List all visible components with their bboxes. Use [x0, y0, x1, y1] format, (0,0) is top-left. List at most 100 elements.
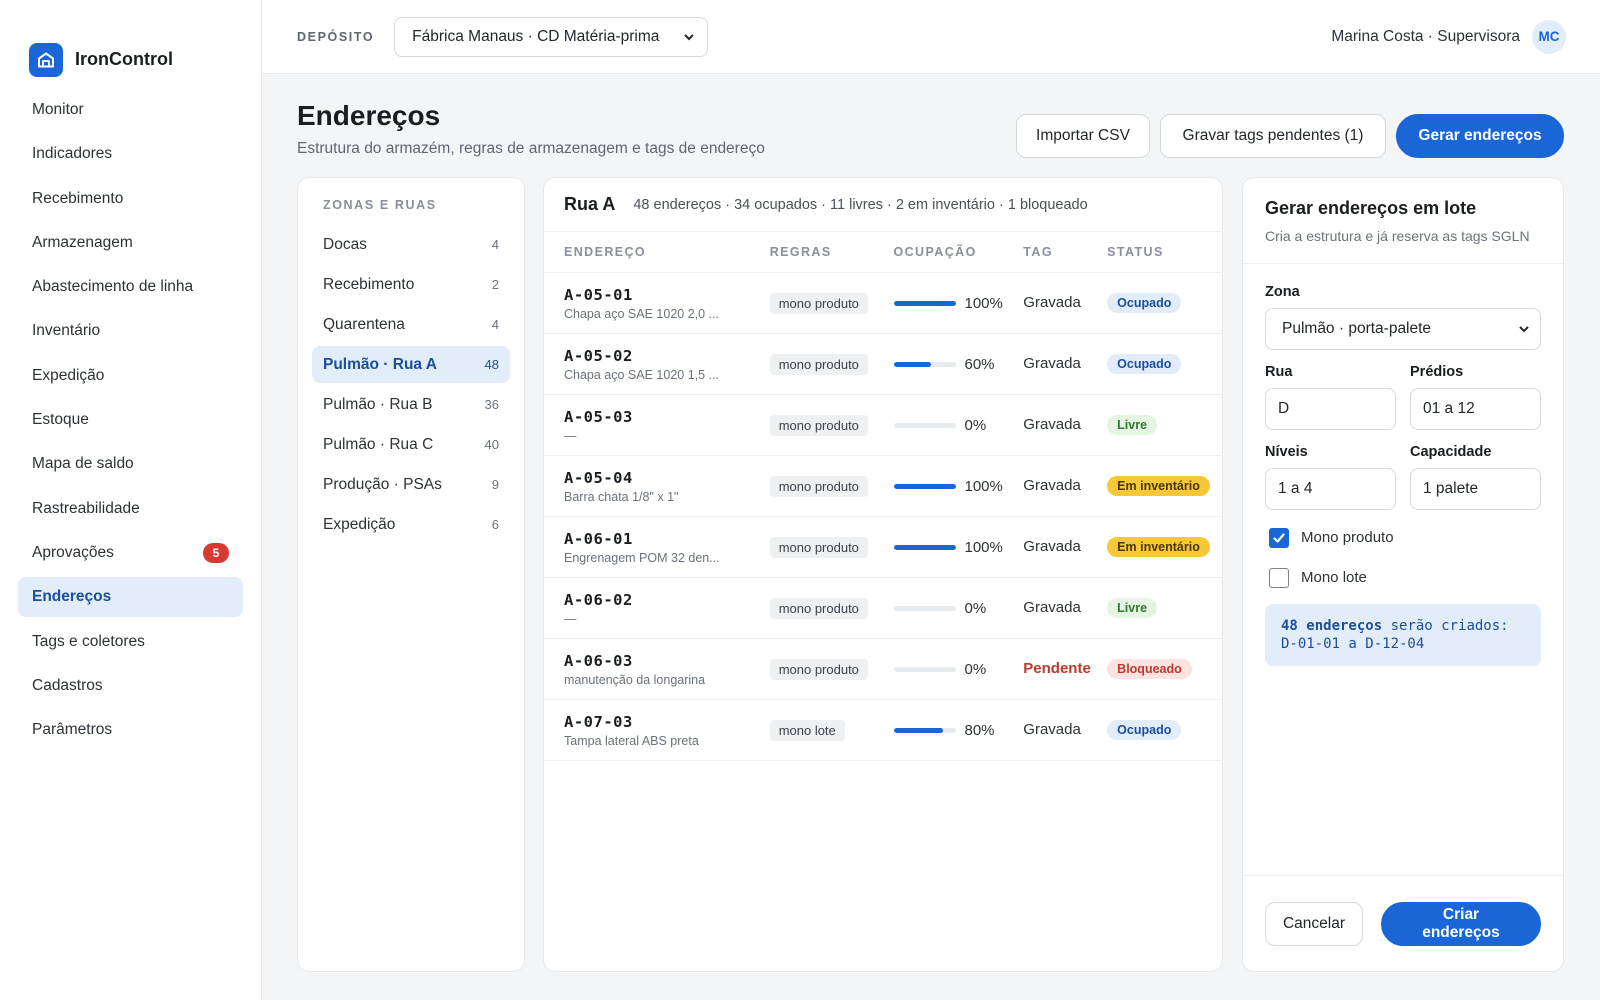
sidebar-item-expedicao[interactable]: Expedição: [18, 356, 243, 396]
rule-chip: mono produto: [769, 658, 868, 680]
sidebar-item-estoque[interactable]: Estoque: [18, 400, 243, 440]
sidebar-item-aprovacoes[interactable]: Aprovações 5: [18, 533, 243, 573]
table-row[interactable]: A-05-01 Chapa aço SAE 1020 2,0 ... mono pr…: [544, 273, 1222, 334]
sidebar-item-abastecimento-de-linha[interactable]: Abastecimento de linha: [18, 267, 243, 307]
address-code[interactable]: A-05-04: [564, 469, 770, 487]
create-addresses-button[interactable]: Criar endereços: [1381, 901, 1541, 946]
mono-product-checkbox[interactable]: [1269, 527, 1289, 548]
zone-item-producao-psas[interactable]: Produção · PSAs 9: [312, 466, 510, 503]
status-badge: Em inventário: [1107, 476, 1210, 496]
column-header[interactable]: OCUPAÇÃO: [894, 245, 1024, 259]
street-input[interactable]: D: [1265, 388, 1396, 430]
user-menu[interactable]: Marina Costa · Supervisora MC: [1331, 19, 1566, 54]
brand[interactable]: IronControl: [0, 0, 261, 90]
status-cell: Em inventário: [1107, 537, 1222, 557]
status-badge: Ocupado: [1107, 720, 1182, 740]
status-cell: Ocupado: [1107, 720, 1222, 740]
sidebar-item-label: Monitor: [32, 101, 84, 118]
table-row[interactable]: A-06-01 Engrenagem POM 32 den... mono prod…: [544, 517, 1222, 578]
address-code[interactable]: A-06-03: [564, 652, 770, 670]
rule-cell: mono produto: [769, 414, 894, 436]
table-row[interactable]: A-05-03 — mono produto 0% Gravada Livre: [544, 395, 1222, 456]
mono-lot-option[interactable]: Mono lote: [1265, 564, 1541, 591]
deposit-select[interactable]: Fábrica Manaus · CD Matéria-prima: [394, 16, 709, 57]
zone-label: Docas: [323, 235, 367, 253]
zone-item-recebimento[interactable]: Recebimento 2: [312, 266, 510, 303]
sidebar-item-mapa-de-saldo[interactable]: Mapa de saldo: [18, 444, 243, 484]
address-code[interactable]: A-06-01: [564, 530, 770, 548]
form-header: Gerar endereços em lote Cria a estrutura…: [1243, 178, 1563, 264]
tag-status: Gravada: [1023, 538, 1081, 555]
notification-badge: 5: [203, 542, 229, 563]
table-row[interactable]: A-05-04 Barra chata 1/8" x 1" mono produto…: [544, 456, 1222, 517]
address-code[interactable]: A-05-03: [564, 408, 770, 426]
deposit-label: DEPÓSITO: [297, 29, 375, 44]
table-row[interactable]: A-06-02 — mono produto 0% Gravada Livre: [544, 578, 1222, 639]
zone-select[interactable]: Pulmão · porta-palete: [1265, 308, 1541, 350]
sidebar-item-armazenagem[interactable]: Armazenagem: [18, 223, 243, 263]
occupancy-bar: [893, 666, 956, 672]
address-code[interactable]: A-06-02: [564, 591, 770, 609]
record-pending-tags-button[interactable]: Gravar tags pendentes (1): [1160, 114, 1386, 158]
tag-cell: Gravada: [1023, 416, 1107, 434]
sidebar-item-enderecos[interactable]: Endereços: [18, 577, 243, 618]
column-header[interactable]: REGRAS: [770, 245, 894, 259]
sidebar-item-label: Cadastros: [32, 676, 103, 694]
column-header[interactable]: TAG: [1023, 245, 1107, 259]
address-cell: A-05-03 —: [564, 408, 770, 443]
status-badge: Em inventário: [1107, 537, 1210, 557]
avatar[interactable]: MC: [1532, 19, 1566, 54]
address-cell: A-06-03 manutenção da longarina: [564, 652, 770, 687]
address-item: Engrenagem POM 32 den...: [564, 550, 720, 565]
column-header[interactable]: ENDEREÇO: [564, 245, 770, 259]
sidebar-item-inventario[interactable]: Inventário: [18, 311, 243, 351]
table-row[interactable]: A-06-03 manutenção da longarina mono produ…: [544, 639, 1222, 700]
column-header[interactable]: STATUS: [1107, 245, 1222, 259]
zone-label: Quarentena: [323, 315, 405, 333]
mono-lot-checkbox[interactable]: [1269, 567, 1289, 588]
sidebar-item-cadastros[interactable]: Cadastros: [18, 666, 243, 706]
address-code[interactable]: A-07-03: [564, 713, 770, 731]
sidebar-item-tags-e-coletores[interactable]: Tags e coletores: [18, 622, 243, 662]
zone-value: Pulmão · porta-palete: [1282, 320, 1432, 337]
zone-count: 4: [491, 237, 499, 252]
cancel-button[interactable]: Cancelar: [1265, 901, 1363, 946]
zone-item-pulmao-rua-b[interactable]: Pulmão · Rua B 36: [312, 386, 510, 423]
tag-status: Gravada: [1023, 599, 1081, 616]
occupancy-percent: 80%: [964, 721, 995, 739]
buildings-input[interactable]: 01 a 12: [1410, 388, 1541, 430]
sidebar-item-indicadores[interactable]: Indicadores: [18, 134, 243, 174]
status-cell: Ocupado: [1107, 354, 1222, 374]
occupancy-bar: [893, 361, 956, 367]
zone-item-pulmao-rua-a[interactable]: Pulmão · Rua A 48: [312, 346, 510, 383]
rule-cell: mono produto: [769, 292, 894, 314]
sidebar-item-monitor[interactable]: Monitor: [18, 90, 243, 130]
zones-panel: ZONAS E RUAS Docas 4 Recebimento 2 Quarenten…: [297, 177, 525, 972]
table-row[interactable]: A-07-03 Tampa lateral ABS preta mono lote 8…: [544, 700, 1222, 761]
sidebar-item-label: Endereços: [32, 588, 112, 606]
address-code[interactable]: A-05-02: [564, 347, 770, 365]
zone-item-pulmao-rua-c[interactable]: Pulmão · Rua C 40: [312, 426, 510, 463]
zone-item-quarentena[interactable]: Quarentena 4: [312, 306, 510, 343]
sidebar-item-rastreabilidade[interactable]: Rastreabilidade: [18, 489, 243, 529]
user-name: Marina Costa · Supervisora: [1331, 27, 1520, 45]
address-code[interactable]: A-05-01: [564, 286, 770, 304]
generate-addresses-button[interactable]: Gerar endereços: [1396, 114, 1564, 158]
import-csv-button[interactable]: Importar CSV: [1016, 114, 1150, 158]
table-row[interactable]: A-05-02 Chapa aço SAE 1020 1,5 ... mono pr…: [544, 334, 1222, 395]
status-badge: Bloqueado: [1107, 659, 1192, 679]
zone-count: 48: [484, 357, 499, 372]
tag-cell: Gravada: [1023, 477, 1107, 495]
zone-item-expedicao[interactable]: Expedição 6: [312, 506, 510, 543]
address-cell: A-05-02 Chapa aço SAE 1020 1,5 ...: [564, 347, 770, 382]
sidebar-item-label: Abastecimento de linha: [32, 278, 194, 296]
zone-list: Docas 4 Recebimento 2 Quarentena 4 Pulmão · Ru…: [312, 226, 510, 543]
mono-product-option[interactable]: Mono produto: [1265, 524, 1541, 551]
capacity-input[interactable]: 1 palete: [1410, 468, 1541, 510]
rule-chip: mono produto: [769, 475, 868, 497]
zone-item-docas[interactable]: Docas 4: [312, 226, 510, 263]
status-badge: Livre: [1107, 598, 1158, 618]
sidebar-item-parametros[interactable]: Parâmetros: [18, 710, 243, 750]
levels-input[interactable]: 1 a 4: [1265, 468, 1396, 510]
sidebar-item-recebimento[interactable]: Recebimento: [18, 179, 243, 219]
